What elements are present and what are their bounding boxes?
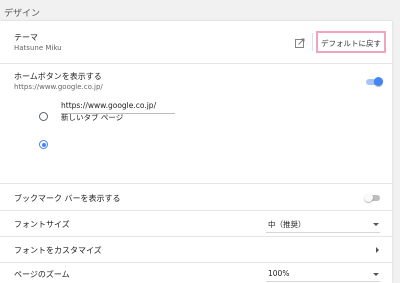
font-size-select[interactable]: 中（推奨） (268, 219, 306, 230)
home-button-label: ホームボタンを表示する (14, 72, 102, 81)
theme-name: Hatsune Miku (14, 44, 62, 52)
chevron-down-icon[interactable] (373, 223, 379, 226)
section-title: デザイン (4, 9, 41, 19)
page-zoom-label: ページのズーム (14, 270, 70, 279)
bookmarks-bar-row: ブックマーク バーを表示する (0, 183, 392, 211)
select-underline (266, 232, 380, 233)
reset-theme-label: デフォルトに戻す (321, 39, 381, 48)
font-size-row: フォントサイズ 中（推奨） (0, 210, 392, 237)
home-button-toggle[interactable] (374, 77, 383, 86)
radio-new-tab[interactable] (39, 112, 48, 121)
customize-fonts-label: フォントをカスタマイズ (14, 246, 102, 255)
appearance-card: テーマ Hatsune Miku デフォルトに戻す ホームボタンを表示する ht… (0, 21, 392, 283)
reset-theme-button[interactable]: デフォルトに戻す (316, 31, 386, 53)
bookmarks-bar-toggle[interactable] (364, 193, 373, 202)
chevron-right-icon[interactable] (376, 247, 379, 253)
chevron-down-icon[interactable] (373, 273, 379, 276)
page-zoom-select[interactable]: 100% (268, 269, 289, 278)
customize-fonts-row[interactable]: フォントをカスタマイズ (0, 236, 392, 263)
theme-row: テーマ Hatsune Miku デフォルトに戻す (0, 21, 392, 64)
page-zoom-row: ページのズーム 100% (0, 262, 392, 283)
radio-custom-url[interactable] (39, 140, 48, 149)
home-url-input[interactable]: https://www.google.co.jp/ (61, 99, 175, 114)
home-button-url: https://www.google.co.jp/ (14, 83, 103, 91)
bookmarks-bar-label: ブックマーク バーを表示する (14, 194, 121, 203)
divider (312, 33, 313, 51)
font-size-label: フォントサイズ (14, 220, 70, 229)
home-button-section: ホームボタンを表示する https://www.google.co.jp/ 新し… (0, 63, 392, 184)
open-external-icon[interactable] (295, 38, 305, 48)
theme-label: テーマ (14, 33, 38, 42)
